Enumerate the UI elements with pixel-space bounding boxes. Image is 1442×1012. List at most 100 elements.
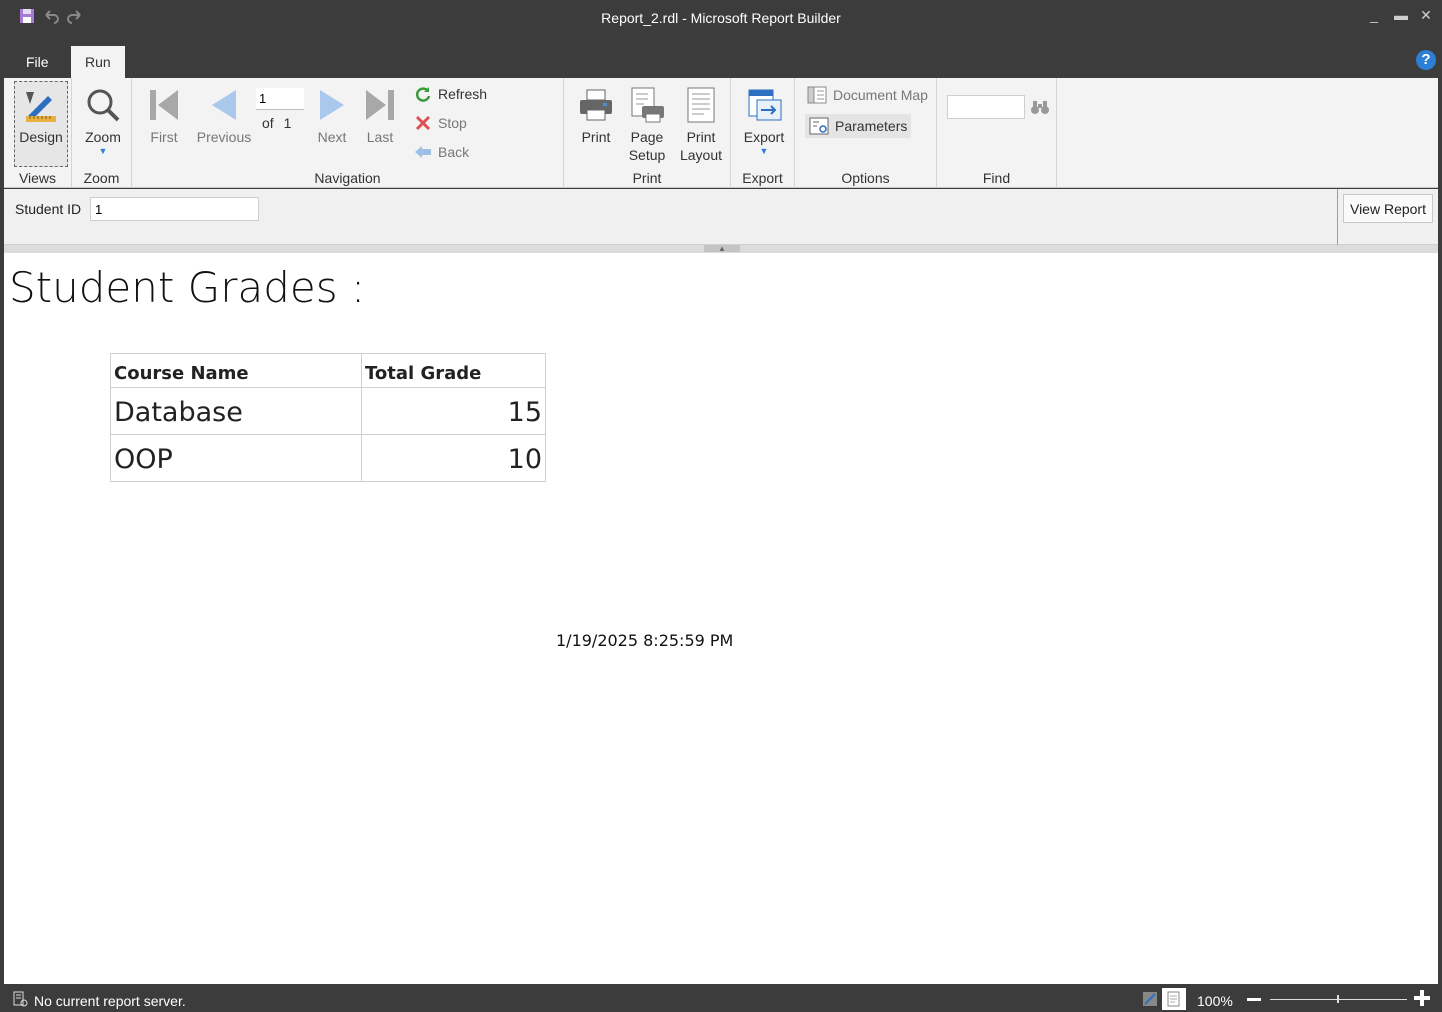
- export-group-label: Export: [742, 170, 783, 186]
- first-button[interactable]: First: [144, 82, 184, 146]
- of-label: of: [262, 115, 274, 131]
- parameter-divider: [1337, 189, 1338, 245]
- run-view-icon[interactable]: [1162, 988, 1186, 1010]
- server-icon: [13, 991, 28, 1007]
- options-group: Document Map Parameters Options: [795, 78, 937, 188]
- collapse-handle-icon[interactable]: ▲: [704, 245, 740, 253]
- page-count: of 1: [262, 115, 291, 131]
- print-layout-button[interactable]: Print Layout: [676, 82, 726, 164]
- grades-table: Course Name Total Grade Database 15 OOP …: [110, 353, 546, 482]
- page-setup-button[interactable]: Page Setup: [624, 82, 670, 164]
- design-view-icon[interactable]: [1142, 991, 1158, 1007]
- refresh-button[interactable]: Refresh: [414, 85, 487, 103]
- parameter-bar: Student ID View Report: [4, 189, 1438, 245]
- zoom-button[interactable]: Zoom ▼: [80, 82, 126, 156]
- print-layout-label-line2: Layout: [679, 147, 723, 163]
- student-id-label: Student ID: [15, 201, 82, 217]
- previous-button[interactable]: Previous: [194, 82, 254, 146]
- find-input[interactable]: [947, 95, 1025, 119]
- zoom-out-icon[interactable]: [1247, 998, 1261, 1001]
- print-layout-icon: [687, 87, 715, 123]
- total-pages: 1: [283, 115, 292, 131]
- document-map-label: Document Map: [833, 87, 928, 103]
- zoom-level: 100%: [1197, 993, 1233, 1009]
- stop-button[interactable]: Stop: [414, 114, 467, 132]
- page-setup-icon: [631, 87, 664, 123]
- tab-run[interactable]: Run: [71, 46, 125, 78]
- previous-label: Previous: [196, 129, 252, 145]
- help-icon[interactable]: ?: [1416, 50, 1436, 70]
- course-name-cell: OOP: [110, 434, 362, 482]
- total-grade-cell: 10: [361, 434, 546, 482]
- window-title: Report_2.rdl - Microsoft Report Builder: [601, 10, 841, 26]
- refresh-label: Refresh: [438, 86, 488, 102]
- total-grade-cell: 15: [361, 387, 546, 435]
- zoom-in-icon[interactable]: [1414, 990, 1430, 1006]
- course-name-header: Course Name: [110, 353, 362, 388]
- print-button[interactable]: Print: [576, 82, 616, 146]
- options-group-label: Options: [841, 170, 890, 186]
- status-bar: No current report server. 100%: [0, 984, 1442, 1012]
- next-button[interactable]: Next: [312, 82, 352, 146]
- export-group: Export ▼ Export: [731, 78, 795, 188]
- next-label: Next: [317, 129, 347, 145]
- menu-tabs: File Run ?: [0, 36, 1442, 78]
- design-icon: [26, 92, 56, 122]
- print-label: Print: [581, 129, 611, 145]
- title-bar: Report_2.rdl - Microsoft Report Builder …: [0, 0, 1442, 36]
- find-group-label: Find: [982, 170, 1011, 186]
- stop-label: Stop: [438, 115, 467, 131]
- back-button[interactable]: Back: [414, 143, 469, 161]
- magnifier-icon: [87, 89, 120, 122]
- back-label: Back: [438, 144, 470, 160]
- zoom-label: Zoom: [85, 129, 121, 145]
- document-map-button[interactable]: Document Map: [807, 86, 928, 104]
- parameters-icon: [809, 117, 829, 135]
- export-button[interactable]: Export ▼: [739, 82, 789, 156]
- navigation-group: First Previous of 1 Next Last: [132, 78, 564, 188]
- printer-icon: [580, 89, 612, 121]
- table-header-row: Course Name Total Grade: [110, 353, 546, 388]
- table-row: Database 15: [110, 387, 546, 435]
- back-arrow-icon: [415, 146, 431, 158]
- zoom-slider-thumb[interactable]: [1337, 995, 1339, 1003]
- student-id-input[interactable]: [90, 197, 259, 221]
- parameters-button[interactable]: Parameters: [805, 114, 912, 138]
- find-group: Find: [937, 78, 1057, 188]
- binoculars-icon[interactable]: [1030, 98, 1050, 116]
- report-canvas: Student Grades : Course Name Total Grade…: [4, 253, 1438, 984]
- maximize-icon[interactable]: ▬: [1394, 8, 1408, 22]
- view-report-button[interactable]: View Report: [1343, 194, 1433, 223]
- next-page-icon: [320, 90, 344, 120]
- minimize-icon[interactable]: _: [1368, 8, 1380, 22]
- report-timestamp: 1/19/2025 8:25:59 PM: [556, 631, 734, 650]
- close-icon[interactable]: ✕: [1420, 8, 1432, 22]
- first-label: First: [150, 129, 178, 145]
- ribbon: Design Views Zoom ▼ Zoom First Previous …: [4, 78, 1438, 188]
- zoom-group: Zoom ▼ Zoom: [72, 78, 132, 188]
- stop-icon: [415, 115, 431, 131]
- total-grade-header: Total Grade: [361, 353, 546, 388]
- chevron-down-icon: ▼: [98, 146, 108, 156]
- parameter-splitter[interactable]: ▲: [4, 245, 1438, 253]
- page-setup-label-line2: Setup: [628, 147, 666, 163]
- page-number-input[interactable]: [256, 88, 304, 110]
- navigation-group-label: Navigation: [314, 170, 381, 186]
- print-layout-label-line1: Print: [686, 129, 716, 145]
- chevron-down-icon: ▼: [759, 146, 769, 156]
- last-button[interactable]: Last: [360, 82, 400, 146]
- last-label: Last: [366, 129, 394, 145]
- design-button[interactable]: Design: [14, 81, 68, 167]
- tab-file[interactable]: File: [12, 46, 63, 78]
- parameters-label: Parameters: [835, 118, 908, 134]
- export-icon: [748, 89, 782, 121]
- views-group: Design Views: [4, 78, 72, 188]
- last-page-icon: [366, 90, 394, 120]
- window-controls: _ ▬ ✕: [1368, 8, 1432, 22]
- previous-page-icon: [212, 90, 236, 120]
- print-group: Print Page Setup Print Layout Print: [564, 78, 731, 188]
- export-label: Export: [743, 129, 785, 145]
- status-message: No current report server.: [34, 993, 186, 1009]
- print-group-label: Print: [632, 170, 662, 186]
- page-setup-label-line1: Page: [630, 129, 664, 145]
